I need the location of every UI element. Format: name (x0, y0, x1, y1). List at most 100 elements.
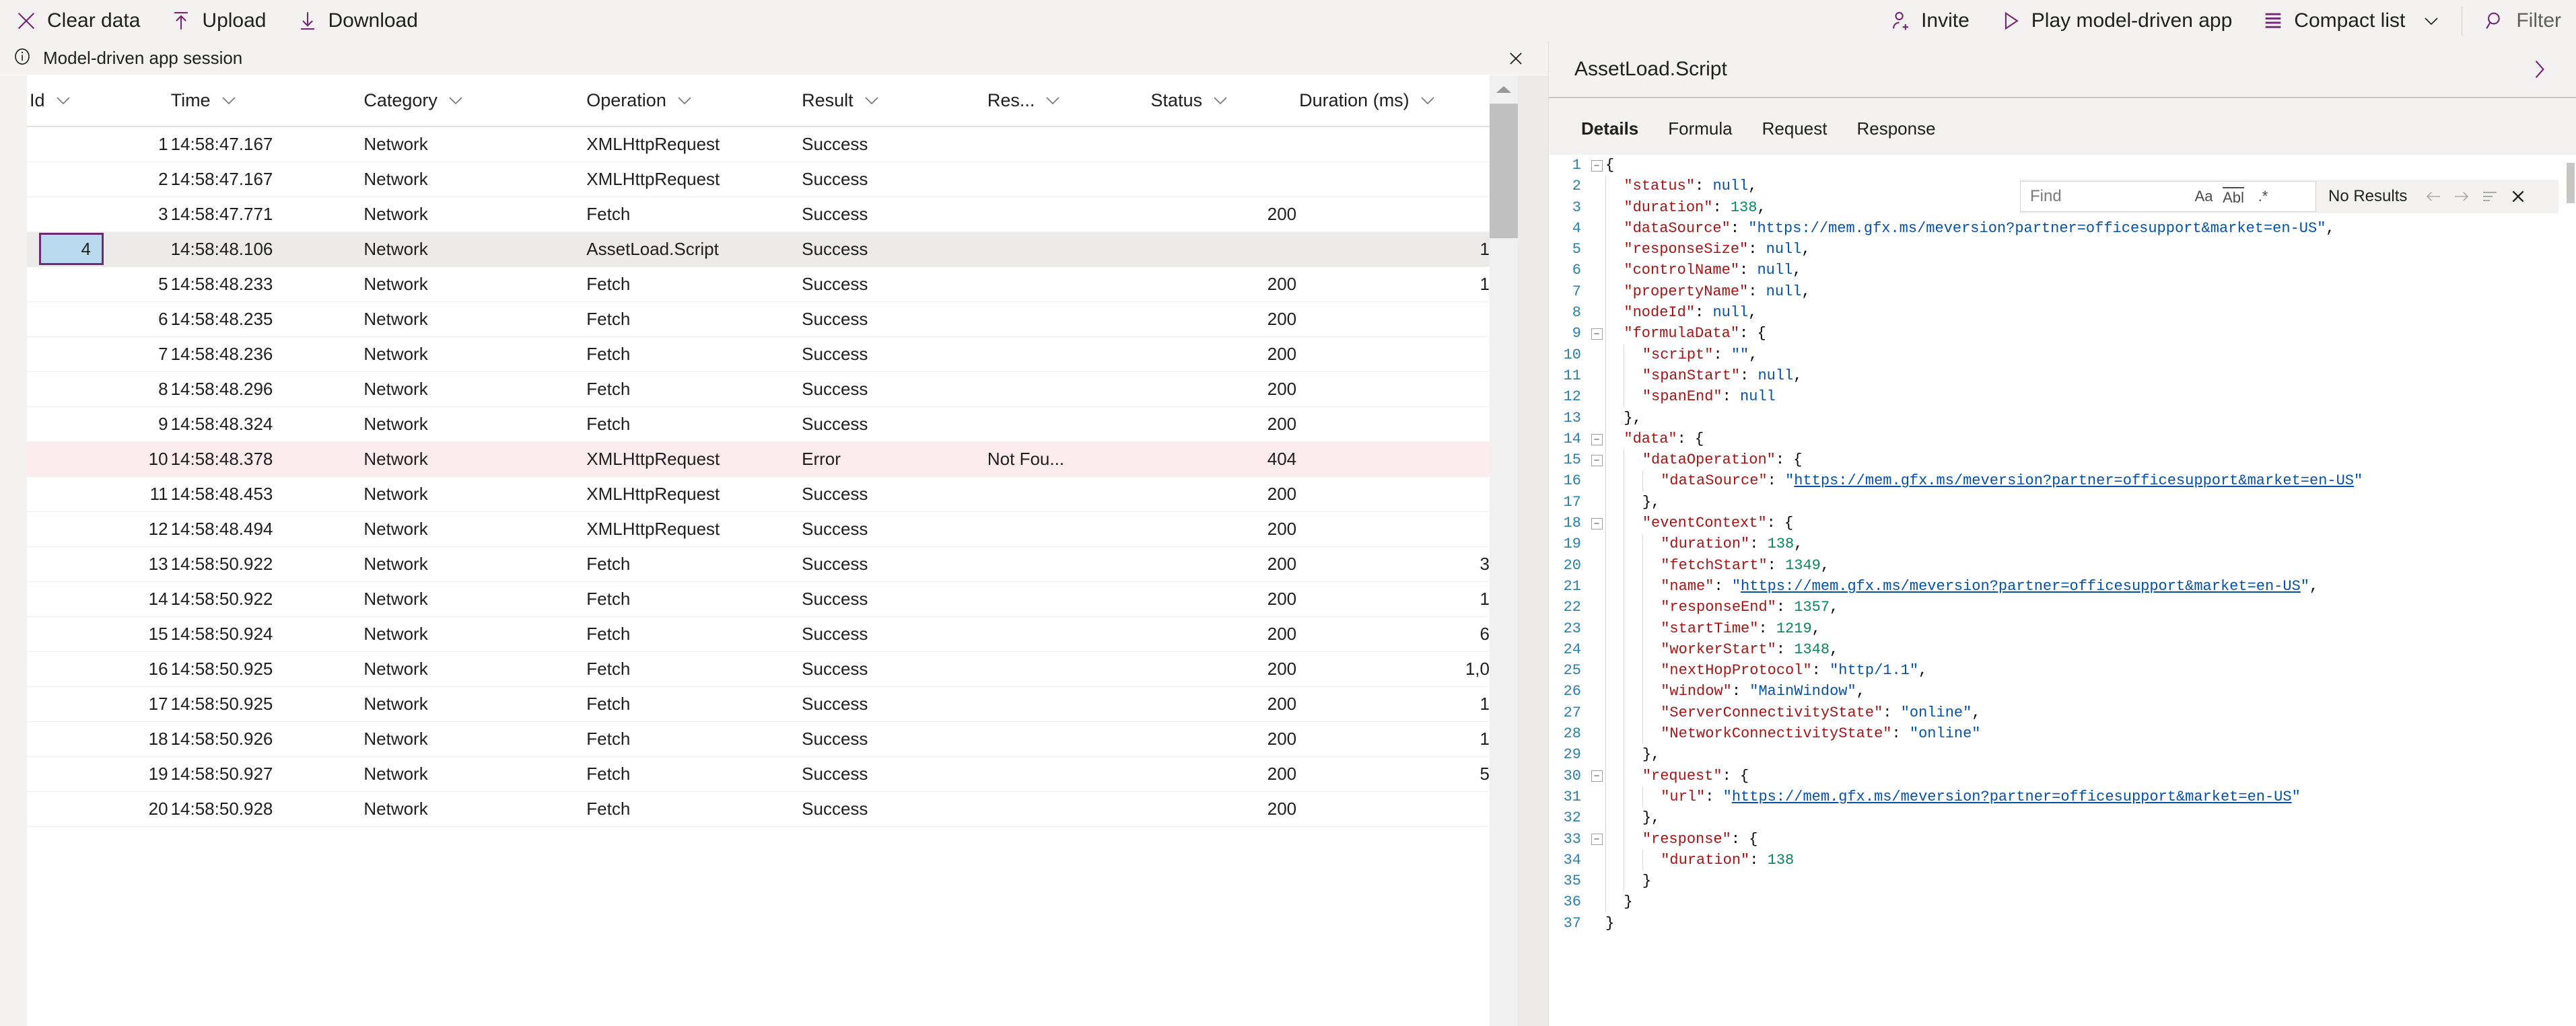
table-cell-status[interactable]: 200 (1148, 756, 1297, 792)
toolbar-button-invite[interactable]: Invite (1874, 0, 1984, 42)
code-line[interactable]: 14− "data": { (1549, 428, 2576, 450)
fold-toggle-icon[interactable]: − (1588, 429, 1605, 449)
table-row[interactable]: 17 14:58:50.925 Network Fetch Success 200 1 (27, 686, 1490, 722)
table-cell-operation[interactable]: Fetch (584, 406, 800, 442)
table-cell-operation[interactable]: XMLHttpRequest (584, 511, 800, 547)
table-cell-result[interactable]: Success (799, 406, 985, 442)
find-input[interactable] (2021, 182, 2189, 211)
table-cell-result[interactable]: Success (799, 301, 985, 337)
table-cell-time[interactable]: 14:58:47.771 (168, 196, 361, 232)
table-cell-duration[interactable]: 3 (1296, 546, 1490, 582)
table-cell-res[interactable] (984, 231, 1148, 267)
table-cell-id[interactable]: 8 (27, 371, 168, 407)
table-cell-id[interactable]: 11 (27, 476, 168, 512)
table-cell-res[interactable]: Not Fou... (984, 441, 1148, 477)
table-cell-status[interactable]: 200 (1148, 476, 1297, 512)
table-cell-status[interactable]: 200 (1148, 266, 1297, 302)
table-row[interactable]: 19 14:58:50.927 Network Fetch Success 200 5 (27, 756, 1490, 792)
table-cell-result[interactable]: Success (799, 616, 985, 652)
code-line[interactable]: 36 } (1549, 891, 2576, 913)
table-cell-duration[interactable]: 1 (1296, 231, 1490, 267)
table-cell-operation[interactable]: Fetch (584, 791, 800, 827)
table-row[interactable]: 4 14:58:48.106 Network AssetLoad.Script Succ… (27, 231, 1490, 267)
code-line[interactable]: 10 "script": "", (1549, 344, 2576, 365)
table-cell-res[interactable] (984, 616, 1148, 652)
code-line[interactable]: 9− "formulaData": { (1549, 323, 2576, 344)
code-line[interactable]: 6 "controlName": null, (1549, 260, 2576, 281)
table-cell-status[interactable]: 200 (1148, 371, 1297, 407)
table-cell-status[interactable]: 200 (1148, 196, 1297, 232)
table-cell-category[interactable]: Network (361, 476, 584, 512)
find-in-selection-icon[interactable] (2476, 182, 2504, 211)
code-line[interactable]: 19 "duration": 138, (1549, 534, 2576, 555)
table-cell-status[interactable]: 200 (1148, 581, 1297, 617)
table-cell-result[interactable]: Success (799, 686, 985, 722)
table-cell-duration[interactable] (1296, 301, 1490, 337)
table-cell-res[interactable] (984, 791, 1148, 827)
tab-formula[interactable]: Formula (1653, 108, 1747, 149)
table-cell-category[interactable]: Network (361, 616, 584, 652)
table-cell-result[interactable]: Success (799, 196, 985, 232)
table-cell-status[interactable]: 200 (1148, 721, 1297, 757)
table-row[interactable]: 6 14:58:48.235 Network Fetch Success 200 (27, 301, 1490, 337)
table-cell-category[interactable]: Network (361, 231, 584, 267)
code-line[interactable]: 27 "ServerConnectivityState": "online", (1549, 702, 2576, 724)
table-cell-operation[interactable]: XMLHttpRequest (584, 161, 800, 197)
table-cell-operation[interactable]: Fetch (584, 616, 800, 652)
table-cell-category[interactable]: Network (361, 721, 584, 757)
code-line[interactable]: 32 }, (1549, 807, 2576, 829)
table-cell-operation[interactable]: Fetch (584, 196, 800, 232)
table-cell-time[interactable]: 14:58:48.324 (168, 406, 361, 442)
table-row[interactable]: 9 14:58:48.324 Network Fetch Success 200 (27, 406, 1490, 442)
table-cell-res[interactable] (984, 756, 1148, 792)
table-cell-result[interactable]: Success (799, 371, 985, 407)
table-cell-duration[interactable] (1296, 126, 1490, 162)
code-line[interactable]: 1−{ (1549, 155, 2576, 176)
table-cell-result[interactable]: Success (799, 791, 985, 827)
table-cell-operation[interactable]: Fetch (584, 371, 800, 407)
table-cell-id[interactable]: 7 (27, 336, 168, 372)
code-line[interactable]: 5 "responseSize": null, (1549, 239, 2576, 260)
code-line[interactable]: 17 }, (1549, 491, 2576, 513)
table-cell-res[interactable] (984, 581, 1148, 617)
table-cell-time[interactable]: 14:58:47.167 (168, 126, 361, 162)
find-previous-icon[interactable] (2419, 182, 2447, 211)
find-next-icon[interactable] (2447, 182, 2476, 211)
table-cell-status[interactable] (1148, 126, 1297, 162)
column-header-category[interactable]: Category (361, 75, 584, 127)
toolbar-button-clear-data[interactable]: Clear data (0, 0, 155, 42)
code-line[interactable]: 4 "dataSource": "https://mem.gfx.ms/meve… (1549, 217, 2576, 240)
table-cell-result[interactable]: Success (799, 651, 985, 687)
table-cell-duration[interactable]: 1 (1296, 721, 1490, 757)
code-line[interactable]: 31 "url": "https://mem.gfx.ms/meversion?… (1549, 786, 2576, 808)
table-cell-operation[interactable]: Fetch (584, 721, 800, 757)
table-cell-category[interactable]: Network (361, 301, 584, 337)
table-cell-res[interactable] (984, 126, 1148, 162)
table-cell-status[interactable]: 200 (1148, 791, 1297, 827)
column-header-duration[interactable]: Duration (ms) (1296, 75, 1490, 127)
table-cell-status[interactable] (1148, 161, 1297, 197)
code-line[interactable]: 34 "duration": 138 (1549, 849, 2576, 871)
table-cell-category[interactable]: Network (361, 336, 584, 372)
table-cell-time[interactable]: 14:58:50.926 (168, 721, 361, 757)
table-cell-status[interactable]: 200 (1148, 616, 1297, 652)
fold-toggle-icon[interactable]: − (1588, 155, 1605, 176)
scroll-up-arrow-icon[interactable] (1490, 75, 1518, 104)
code-line[interactable]: 13 }, (1549, 407, 2576, 429)
table-cell-operation[interactable]: Fetch (584, 686, 800, 722)
code-line[interactable]: 21 "name": "https://mem.gfx.ms/meversion… (1549, 575, 2576, 597)
table-cell-id[interactable]: 6 (27, 301, 168, 337)
table-cell-time[interactable]: 14:58:48.233 (168, 266, 361, 302)
table-cell-duration[interactable]: 1 (1296, 581, 1490, 617)
table-cell-result[interactable]: Success (799, 266, 985, 302)
table-cell-id[interactable]: 15 (27, 616, 168, 652)
table-cell-res[interactable] (984, 546, 1148, 582)
table-row[interactable]: 7 14:58:48.236 Network Fetch Success 200 (27, 336, 1490, 372)
table-row[interactable]: 2 14:58:47.167 Network XMLHttpRequest Succes… (27, 161, 1490, 197)
table-cell-res[interactable] (984, 511, 1148, 547)
table-row[interactable]: 3 14:58:47.771 Network Fetch Success 200 (27, 196, 1490, 232)
table-cell-id[interactable]: 4 (27, 231, 168, 267)
json-code-viewer[interactable]: 1−{2 "status": null, 3 "duration": 138, 4 … (1549, 155, 2576, 1026)
table-cell-duration[interactable] (1296, 336, 1490, 372)
chevron-down-icon[interactable] (55, 90, 72, 111)
